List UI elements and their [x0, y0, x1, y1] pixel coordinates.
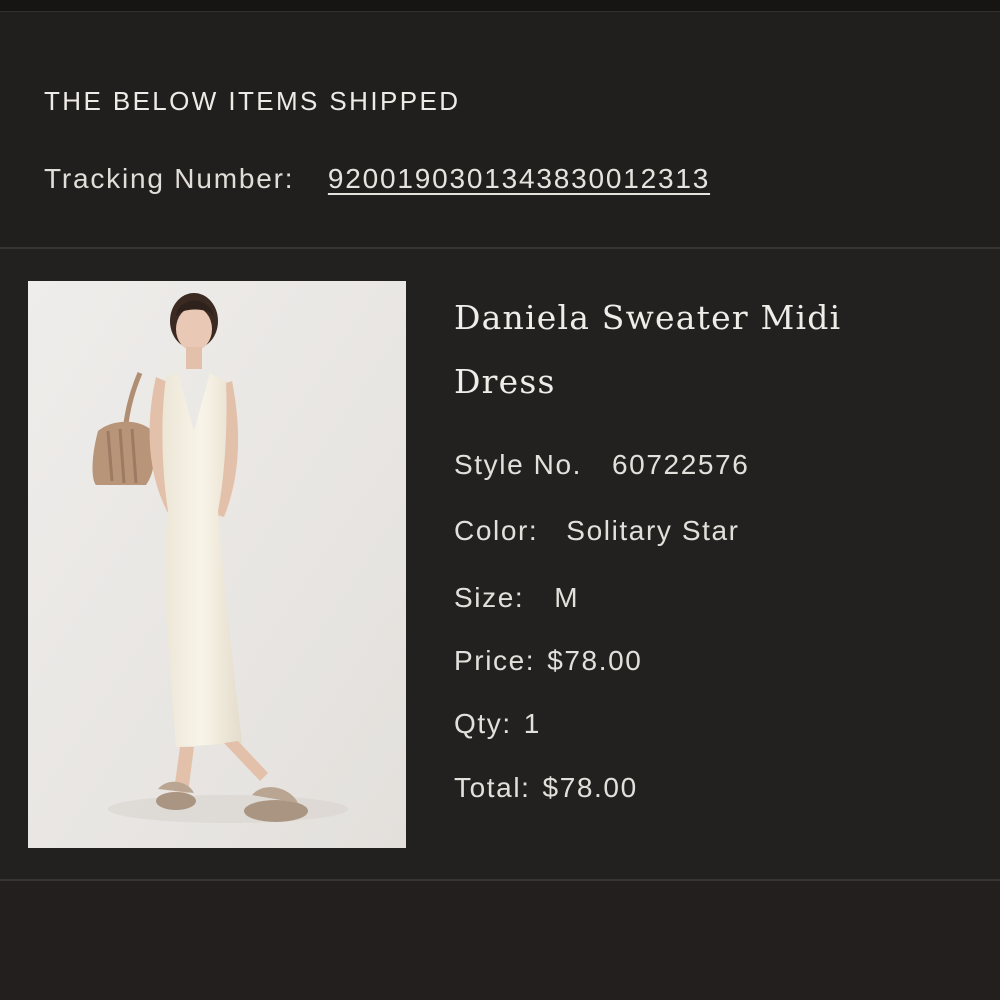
color-label: Color:: [454, 515, 539, 546]
color-value: Solitary Star: [566, 515, 740, 546]
top-edge: [0, 0, 1000, 12]
quantity-value: 1: [523, 708, 541, 739]
total-value: $78.00: [542, 772, 638, 803]
style-number-value: 60722576: [612, 449, 750, 480]
price-value: $78.00: [547, 645, 643, 676]
quantity-label: Qty:: [454, 708, 512, 739]
style-number-label: Style No.: [454, 449, 582, 480]
tracking-label: Tracking Number:: [44, 163, 295, 194]
color-row: Color: Solitary Star: [454, 515, 740, 547]
price-row: Price: $78.00: [454, 645, 642, 677]
footer-band: [0, 881, 1000, 1000]
total-row: Total: $78.00: [454, 772, 638, 804]
shipped-item: Daniela Sweater Midi Dress Style No. 6072…: [0, 250, 1000, 878]
product-name[interactable]: Daniela Sweater Midi Dress: [454, 286, 934, 414]
price-label: Price:: [454, 645, 536, 676]
total-label: Total:: [454, 772, 531, 803]
tracking-number-link[interactable]: 9200190301343830012313: [328, 163, 710, 194]
product-image[interactable]: [28, 281, 406, 848]
size-row: Size: M: [454, 582, 579, 614]
size-value: M: [554, 582, 580, 613]
shipment-title: THE BELOW ITEMS SHIPPED: [44, 86, 461, 116]
style-number-row: Style No. 60722576: [454, 449, 749, 481]
divider: [0, 247, 1000, 249]
quantity-row: Qty: 1: [454, 708, 541, 740]
dress-photo-illustration: [28, 281, 406, 848]
shipment-header: THE BELOW ITEMS SHIPPED Tracking Number:…: [0, 12, 1000, 248]
tracking-row: Tracking Number: 9200190301343830012313: [44, 163, 710, 195]
size-label: Size:: [454, 582, 525, 613]
